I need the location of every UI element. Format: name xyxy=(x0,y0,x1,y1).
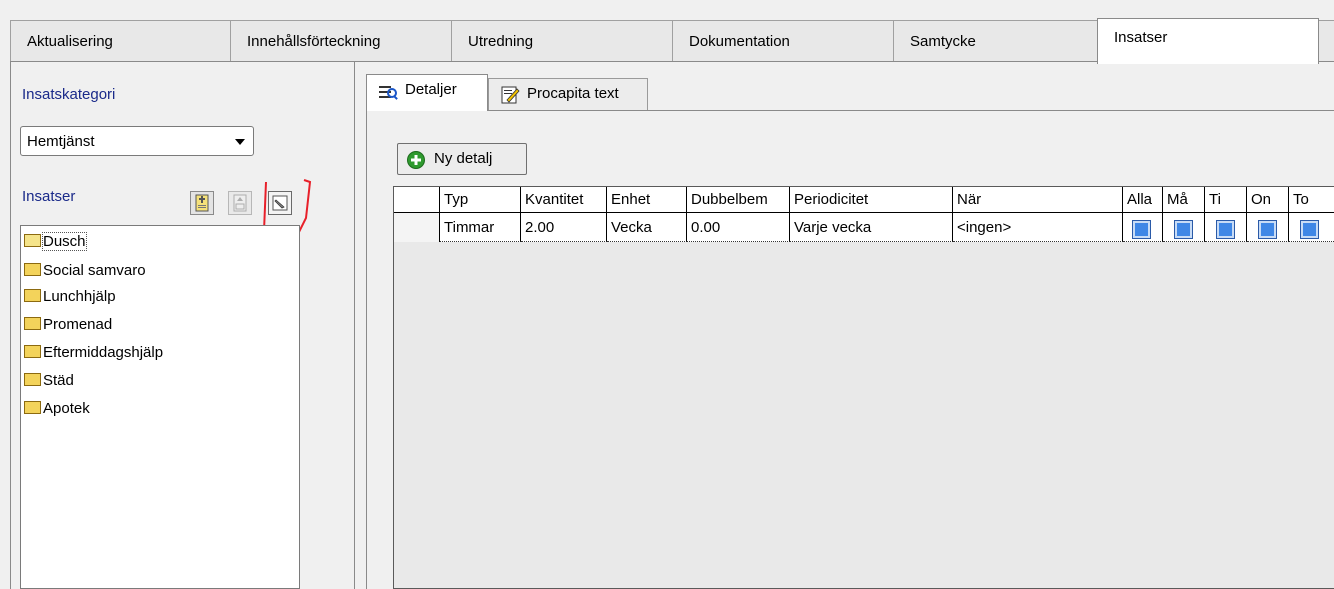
col-header-on[interactable]: On xyxy=(1247,187,1289,213)
cell-dubbelbem[interactable]: 0.00 xyxy=(687,213,790,242)
folder-icon xyxy=(24,401,41,414)
tab-utredning[interactable]: Utredning xyxy=(451,20,673,62)
top-strip xyxy=(0,0,1334,18)
new-detail-button[interactable]: Ny detalj xyxy=(397,143,527,175)
edit-note-icon xyxy=(501,86,520,104)
main-tab-bar: Aktualisering Innehållsförteckning Utred… xyxy=(10,18,1334,64)
col-header-ma[interactable]: Må xyxy=(1163,187,1205,213)
add-document-icon xyxy=(195,194,209,212)
col-header-periodicitet[interactable]: Periodicitet xyxy=(790,187,953,213)
details-icon xyxy=(379,86,398,100)
cell-kvantitet[interactable]: 2.00 xyxy=(521,213,607,242)
cell-periodicitet[interactable]: Varje vecka xyxy=(790,213,953,242)
col-header-ti[interactable]: Ti xyxy=(1205,187,1247,213)
add-circle-icon xyxy=(407,151,425,169)
checkbox-ma[interactable] xyxy=(1174,220,1193,239)
checkbox-on[interactable] xyxy=(1258,220,1277,239)
folder-icon xyxy=(24,345,41,358)
checkbox-alla[interactable] xyxy=(1132,220,1151,239)
category-select-value: Hemtjänst xyxy=(27,133,95,150)
tree-item[interactable]: Promenad xyxy=(24,313,112,337)
folder-icon xyxy=(24,373,41,386)
category-label: Insatskategori xyxy=(22,86,116,103)
tree-item[interactable]: Lunchhjälp xyxy=(24,285,116,309)
cell-typ[interactable]: Timmar xyxy=(440,213,521,242)
cell-nar[interactable]: <ingen> xyxy=(953,213,1123,242)
grid-header-corner xyxy=(394,187,440,213)
new-detail-label: Ny detalj xyxy=(434,150,493,167)
folder-icon xyxy=(24,263,41,276)
tab-samtycke[interactable]: Samtycke xyxy=(893,20,1115,62)
tab-procapita-text[interactable]: Procapita text xyxy=(488,78,648,110)
category-select[interactable]: Hemtjänst xyxy=(20,126,254,156)
col-header-to[interactable]: To xyxy=(1289,187,1334,213)
cell-enhet[interactable]: Vecka xyxy=(607,213,687,242)
col-header-alla[interactable]: Alla xyxy=(1123,187,1163,213)
move-insats-button[interactable] xyxy=(228,191,252,215)
add-insats-button[interactable] xyxy=(190,191,214,215)
details-grid xyxy=(393,186,1334,589)
folder-icon xyxy=(24,289,41,302)
tab-innehallsforteckning[interactable]: Innehållsförteckning xyxy=(230,20,452,62)
row-header[interactable] xyxy=(394,213,440,242)
tree-item[interactable]: Social samvaro xyxy=(24,259,146,283)
folder-open-icon xyxy=(24,234,41,247)
tree-item[interactable]: Eftermiddagshjälp xyxy=(24,341,163,365)
tab-overflow[interactable] xyxy=(1318,20,1334,62)
col-header-kvantitet[interactable]: Kvantitet xyxy=(521,187,607,213)
tree-item[interactable]: Städ xyxy=(24,369,74,393)
tab-dokumentation[interactable]: Dokumentation xyxy=(672,20,894,62)
move-document-icon xyxy=(233,194,247,212)
tab-detaljer[interactable]: Detaljer xyxy=(366,74,488,111)
checkbox-to[interactable] xyxy=(1300,220,1319,239)
col-header-nar[interactable]: När xyxy=(953,187,1123,213)
checkbox-ti[interactable] xyxy=(1216,220,1235,239)
tree-item[interactable]: Dusch xyxy=(24,230,87,254)
tab-aktualisering[interactable]: Aktualisering xyxy=(10,20,231,62)
col-header-typ[interactable]: Typ xyxy=(440,187,521,213)
chevron-down-icon xyxy=(235,139,245,145)
col-header-enhet[interactable]: Enhet xyxy=(607,187,687,213)
col-header-dubbelbem[interactable]: Dubbelbem xyxy=(687,187,790,213)
tree-item[interactable]: Apotek xyxy=(24,397,90,421)
insatser-label: Insatser xyxy=(22,188,76,205)
folder-icon xyxy=(24,317,41,330)
tab-insatser[interactable]: Insatser xyxy=(1097,18,1319,64)
